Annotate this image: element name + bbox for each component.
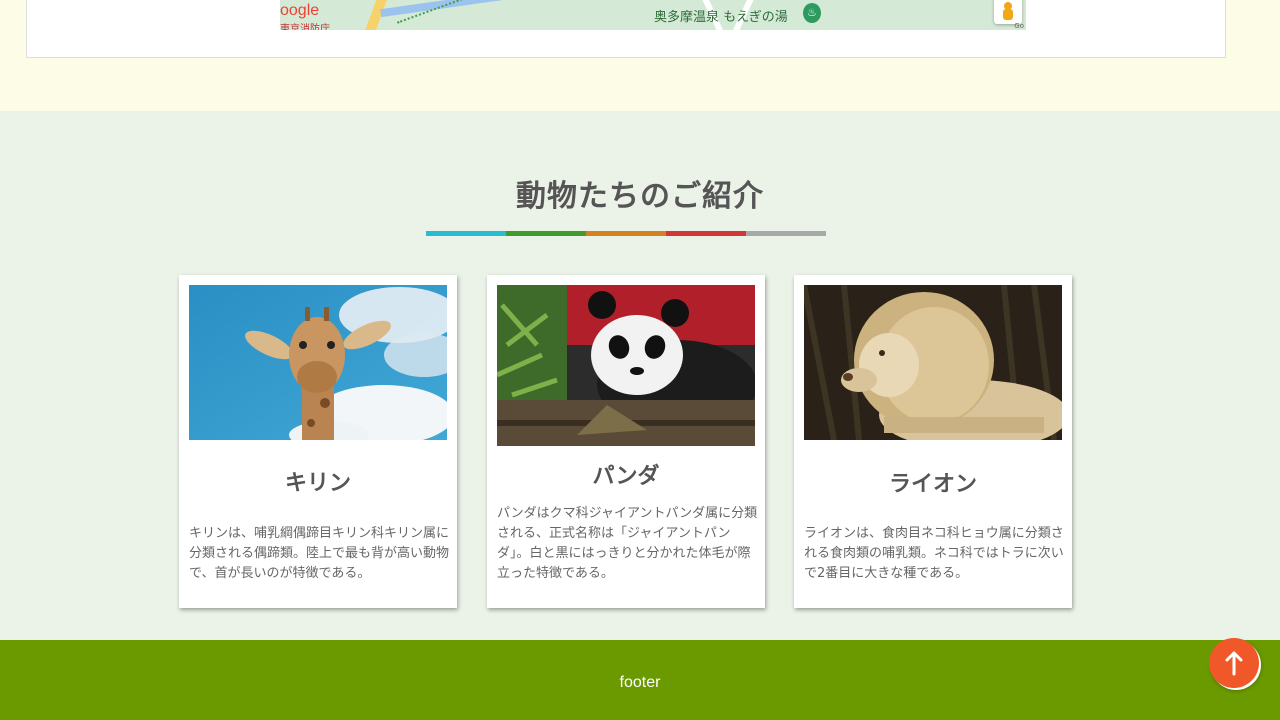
embedded-map[interactable]: oogle 東京消防庁 奥多摩温泉 もえぎの湯 ♨ Go bbox=[280, 0, 1026, 30]
underline-segment bbox=[586, 231, 666, 236]
street-view-pegman-icon[interactable] bbox=[994, 0, 1022, 24]
animal-description: パンダはクマ科ジャイアントパンダ属に分類される、正式名称は「ジャイアントパンダ」… bbox=[497, 506, 758, 581]
underline-segment bbox=[666, 231, 746, 236]
panda-image bbox=[497, 285, 755, 446]
footer: footer bbox=[0, 640, 1280, 720]
hot-spring-icon[interactable]: ♨ bbox=[803, 3, 821, 23]
map-label: 東京消防庁 bbox=[280, 24, 330, 30]
animal-description: キリンは、哺乳綱偶蹄目キリン科キリン属に分類される偶蹄類。陸上で最も背が高い動物… bbox=[189, 526, 450, 581]
animal-card-giraffe: キリン キリンは、哺乳綱偶蹄目キリン科キリン属に分類される偶蹄類。陸上で最も背が… bbox=[179, 275, 457, 608]
underline-segment bbox=[426, 231, 506, 236]
animal-card-lion: ライオン ライオンは、食肉目ネコ科ヒョウ属に分類される食肉類の哺乳類。ネコ科では… bbox=[794, 275, 1072, 608]
animal-description: ライオンは、食肉目ネコ科ヒョウ属に分類される食肉類の哺乳類。ネコ科ではトラに次い… bbox=[804, 526, 1064, 581]
map-river bbox=[380, 0, 540, 18]
animal-name: キリン bbox=[284, 471, 351, 496]
arrow-up-icon bbox=[1225, 651, 1243, 676]
section-title: 動物たちのご紹介 bbox=[516, 179, 764, 214]
giraffe-image bbox=[189, 285, 447, 440]
footer-text: footer bbox=[619, 674, 661, 691]
google-logo: oogle bbox=[280, 2, 320, 19]
map-place-label[interactable]: 奥多摩温泉 もえぎの湯 bbox=[654, 6, 788, 25]
animal-name: ライオン bbox=[888, 472, 977, 497]
lion-image bbox=[804, 285, 1062, 440]
map-credit: Go bbox=[1014, 22, 1024, 30]
map-container: oogle 東京消防庁 奥多摩温泉 もえぎの湯 ♨ Go bbox=[26, 0, 1226, 58]
title-underline bbox=[426, 231, 826, 236]
animals-section: 動物たちのご紹介 キリン キリンは、哺乳綱偶蹄目キリン科キリン属に分類される偶蹄… bbox=[0, 111, 1280, 640]
back-to-top-button[interactable] bbox=[1209, 638, 1259, 688]
map-section: oogle 東京消防庁 奥多摩温泉 もえぎの湯 ♨ Go bbox=[0, 0, 1280, 111]
underline-segment bbox=[746, 231, 826, 236]
underline-segment bbox=[506, 231, 586, 236]
animal-name: パンダ bbox=[592, 464, 660, 489]
animal-card-panda: パンダ パンダはクマ科ジャイアントパンダ属に分類される、正式名称は「ジャイアント… bbox=[487, 275, 765, 608]
